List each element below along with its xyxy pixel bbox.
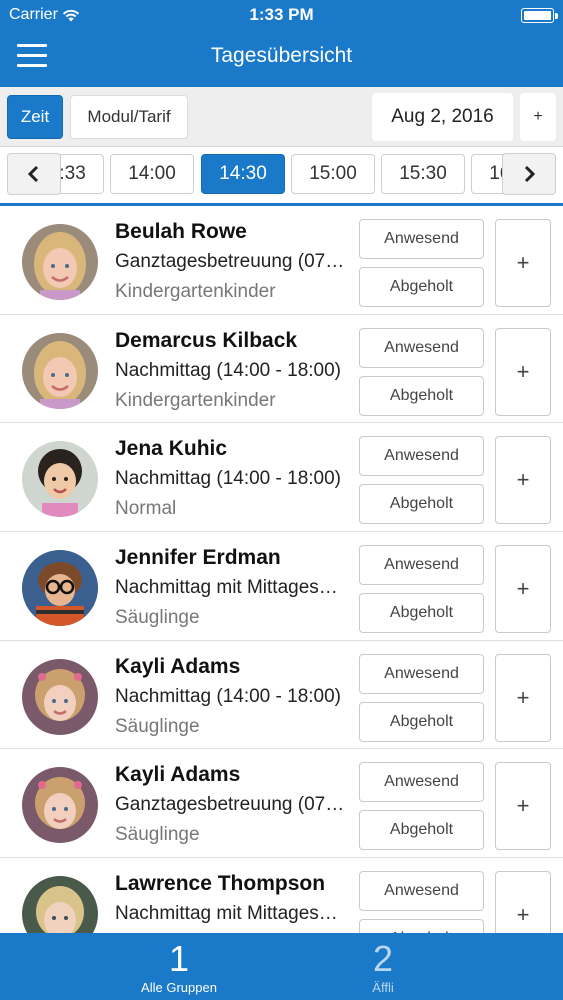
tab-number: 1	[168, 938, 190, 979]
next-time-button[interactable]	[502, 153, 556, 195]
add-entry-button[interactable]: +	[495, 436, 551, 525]
child-plan: Nachmittag (14:00 - 18:00)	[115, 468, 342, 490]
add-entry-button[interactable]: +	[495, 871, 551, 933]
abgeholt-button[interactable]: Abgeholt	[359, 484, 484, 525]
avatar	[22, 224, 98, 300]
add-entry-button[interactable]: +	[495, 545, 551, 634]
avatar	[22, 550, 98, 627]
tab-affli[interactable]: 2 Äffli	[283, 933, 483, 1000]
chevron-right-icon	[524, 165, 536, 183]
child-group: Säuglinge	[115, 715, 200, 737]
child-group: Kindergartenkinder	[115, 281, 276, 302]
add-entry-button[interactable]: +	[495, 762, 551, 851]
previous-time-button[interactable]	[7, 153, 61, 195]
abgeholt-button[interactable]: Abgeholt	[359, 701, 484, 742]
modul-tarif-filter-button[interactable]: Modul/Tarif	[70, 95, 188, 139]
time-slot-scroller[interactable]: 13:33 14:00 14:30 15:00 15:30 16:00	[0, 147, 563, 203]
date-picker[interactable]: Aug 2, 2016	[372, 93, 513, 141]
child-name: Beulah Rowe	[115, 220, 247, 243]
child-plan: Ganztagesbetreuung (07:00 - 17:00)	[115, 794, 345, 816]
child-name: Jennifer Erdman	[115, 546, 281, 570]
child-list[interactable]: Beulah Rowe Ganztagesbetreuung (07:00 - …	[0, 206, 563, 933]
child-group: Säuglinge	[115, 824, 200, 846]
abgeholt-button[interactable]: Abgeholt	[359, 919, 484, 933]
add-entry-button[interactable]: +	[495, 327, 551, 416]
anwesend-button[interactable]: Anwesend	[359, 436, 484, 477]
add-entry-button[interactable]: +	[495, 653, 551, 742]
chevron-left-icon	[27, 165, 39, 183]
child-name: Jena Kuhic	[115, 437, 228, 461]
status-bar: Carrier 1:33 PM	[0, 0, 563, 30]
add-button[interactable]: +	[520, 93, 556, 141]
page-title: Tagesübersicht	[210, 44, 353, 67]
abgeholt-button[interactable]: Abgeholt	[359, 810, 484, 851]
child-name: Lawrence Thompson	[115, 872, 326, 896]
anwesend-button[interactable]: Anwesend	[359, 219, 484, 259]
avatar	[22, 441, 98, 518]
anwesend-button[interactable]: Anwesend	[359, 327, 484, 368]
anwesend-button[interactable]: Anwesend	[359, 653, 484, 694]
avatar	[22, 876, 98, 933]
abgeholt-button[interactable]: Abgeholt	[359, 267, 484, 307]
list-item[interactable]: Kayli Adams Nachmittag (14:00 - 18:00) S…	[0, 640, 563, 750]
list-item[interactable]: Jena Kuhic Nachmittag (14:00 - 18:00) No…	[0, 423, 563, 533]
time-slot-selected[interactable]: 14:30	[201, 154, 285, 194]
time-slot[interactable]: 15:00	[291, 154, 375, 194]
list-item[interactable]: Demarcus Kilback Nachmittag (14:00 - 18:…	[0, 314, 563, 424]
filter-toolbar: Zeit Modul/Tarif Aug 2, 2016 +	[0, 87, 563, 147]
child-plan: Nachmittag (14:00 - 18:00)	[115, 685, 342, 707]
abgeholt-button[interactable]: Abgeholt	[359, 375, 484, 416]
child-name: Demarcus Kilback	[115, 328, 298, 352]
list-item[interactable]: Lawrence Thompson Nachmittag mit Mittage…	[0, 858, 563, 933]
child-group: Säuglinge	[115, 607, 200, 629]
add-entry-button[interactable]: +	[495, 219, 551, 307]
tab-label: Alle Gruppen	[141, 980, 217, 995]
tab-label: Äffli	[372, 980, 394, 995]
avatar	[22, 658, 98, 735]
battery-icon	[521, 8, 558, 23]
tab-number: 2	[372, 938, 394, 979]
list-item[interactable]: Beulah Rowe Ganztagesbetreuung (07:00 - …	[0, 206, 563, 315]
child-name: Kayli Adams	[115, 654, 241, 678]
anwesend-button[interactable]: Anwesend	[359, 545, 484, 586]
time-slot[interactable]: 15:30	[381, 154, 465, 194]
anwesend-button[interactable]: Anwesend	[359, 762, 484, 803]
status-time: 1:33 PM	[249, 5, 314, 24]
navigation-bar: Tagesübersicht	[0, 30, 563, 87]
child-plan: Ganztagesbetreuung (07:00 - 17:00)	[115, 251, 345, 272]
anwesend-button[interactable]: Anwesend	[359, 871, 484, 912]
abgeholt-button[interactable]: Abgeholt	[359, 593, 484, 634]
avatar	[22, 767, 98, 844]
child-name: Kayli Adams	[115, 763, 241, 787]
zeit-filter-button[interactable]: Zeit	[7, 95, 63, 139]
child-plan: Nachmittag mit Mittagessen	[115, 903, 345, 925]
time-slot[interactable]: 14:00	[110, 154, 194, 194]
tab-alle-gruppen[interactable]: 1 Alle Gruppen	[79, 933, 279, 1000]
list-item[interactable]: Kayli Adams Ganztagesbetreuung (07:00 - …	[0, 749, 563, 859]
child-group: Normal	[115, 498, 177, 520]
child-group: Kindergartenkinder	[115, 389, 276, 411]
group-tab-bar: 1 Alle Gruppen 2 Äffli	[0, 933, 563, 1000]
avatar	[22, 332, 98, 409]
list-item[interactable]: Jennifer Erdman Nachmittag mit Mittagess…	[0, 532, 563, 641]
child-plan: Nachmittag mit Mittagessen	[115, 577, 345, 599]
child-plan: Nachmittag (14:00 - 18:00)	[115, 359, 342, 381]
